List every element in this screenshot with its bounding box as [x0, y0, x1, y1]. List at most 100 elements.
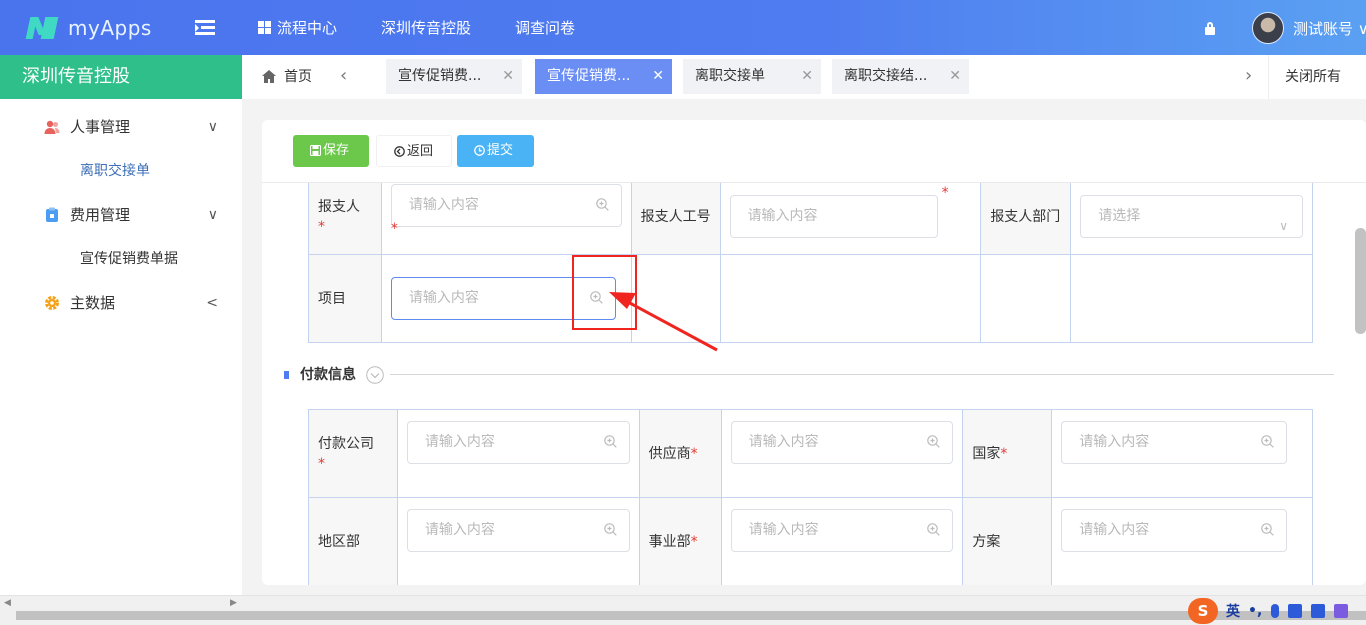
tab-label: 离职交接单 — [695, 68, 765, 84]
tab-label: 离职交接结... — [844, 68, 928, 84]
account-menu[interactable]: 测试账号 ∨ — [1293, 18, 1366, 39]
search-plus-icon[interactable] — [603, 523, 617, 536]
tab-item-active[interactable]: 宣传促销费... ✕ — [535, 59, 672, 94]
plan-label-cell: 方案 — [962, 497, 1053, 585]
close-icon[interactable]: ✕ — [949, 59, 961, 94]
empty-cell — [1070, 254, 1313, 343]
applicant-id-label: 报支人工号 — [640, 208, 711, 225]
search-plus-icon[interactable] — [927, 523, 941, 536]
avatar[interactable] — [1252, 12, 1284, 44]
chevron-down-icon: ∨ — [1279, 219, 1288, 233]
required-mark: * — [941, 185, 949, 201]
tab-item[interactable]: 离职交接结... ✕ — [832, 59, 969, 94]
supplier-field-cell: 请输入内容 — [720, 409, 964, 498]
applicant-dept-label: 报支人部门 — [990, 208, 1061, 225]
sidebar-item-promotion-expense[interactable]: 宣传促销费单据 — [0, 237, 242, 281]
menu-toggle-icon[interactable] — [195, 20, 215, 36]
form-card: 保存 返回 提交 报支人 * 请输入内容 * 报支人工号 请输入内容 * 报支人… — [262, 120, 1366, 585]
section-marker — [284, 371, 289, 379]
microphone-icon[interactable] — [1271, 604, 1280, 618]
sidebar-item-resignation-handover[interactable]: 离职交接单 — [0, 149, 242, 193]
applicant-form-table: 报支人 * 请输入内容 * 报支人工号 请输入内容 * 报支人部门 请选择 ∨ … — [308, 178, 1313, 343]
ime-language[interactable]: 英 — [1226, 601, 1240, 621]
clock-icon — [474, 145, 485, 156]
back-button[interactable]: 返回 — [376, 135, 452, 167]
tab-item[interactable]: 离职交接单 ✕ — [683, 59, 821, 94]
close-all-tabs-button[interactable]: 关闭所有 — [1268, 55, 1366, 99]
chevron-down-icon: ∨ — [207, 207, 218, 223]
shirt-icon[interactable] — [1311, 604, 1326, 618]
company-label: 付款公司 — [318, 435, 374, 452]
empty-cell — [980, 254, 1072, 343]
plan-input[interactable]: 请输入内容 — [1061, 509, 1287, 552]
ime-toolbar: S 英 •, — [1188, 597, 1366, 625]
country-input[interactable]: 请输入内容 — [1061, 421, 1287, 464]
payment-section-header: 付款信息 — [284, 365, 1334, 385]
home-icon — [262, 70, 276, 83]
region-field-cell: 请输入内容 — [396, 497, 640, 585]
supplier-input[interactable]: 请输入内容 — [730, 421, 954, 464]
nav-survey[interactable]: 调查问卷 — [515, 17, 575, 38]
nav-workflow-center[interactable]: 流程中心 — [258, 17, 337, 38]
plan-field-cell: 请输入内容 — [1051, 497, 1313, 585]
close-icon[interactable]: ✕ — [502, 59, 514, 94]
applicant-dept-select[interactable]: 请选择 ∨ — [1080, 195, 1303, 238]
applicant-dept-field-cell: 请选择 ∨ — [1070, 178, 1313, 255]
supplier-label-cell: 供应商* — [638, 409, 722, 498]
business-input[interactable]: 请输入内容 — [730, 509, 954, 552]
app-logo[interactable]: myApps — [25, 15, 152, 41]
payment-form-table: 付款公司 * 请输入内容 供应商* 请输入内容 国家* 请输入内容 地区部 请输… — [308, 409, 1313, 585]
tab-scroll-left-icon[interactable]: ‹ — [340, 55, 347, 99]
country-label-cell: 国家* — [962, 409, 1053, 498]
business-label: 事业部 — [648, 533, 691, 550]
tab-label: 宣传促销费... — [398, 68, 482, 84]
keyboard-icon[interactable] — [1288, 604, 1303, 618]
search-plus-icon[interactable] — [1261, 435, 1274, 448]
horizontal-scrollbar[interactable]: ◀ ▶ — [0, 595, 1366, 625]
company-input[interactable]: 请输入内容 — [406, 421, 630, 464]
search-plus-icon[interactable] — [1261, 523, 1274, 536]
scroll-left-icon[interactable]: ◀ — [4, 598, 11, 608]
nav-company[interactable]: 深圳传音控股 — [381, 17, 471, 38]
applicant-id-label-cell: 报支人工号 — [630, 178, 721, 255]
empty-cell — [719, 254, 982, 343]
ime-logo[interactable]: S — [1188, 598, 1218, 624]
close-icon[interactable]: ✕ — [801, 59, 813, 94]
chevron-left-icon: < — [206, 295, 218, 311]
supplier-label: 供应商 — [648, 445, 691, 462]
save-button[interactable]: 保存 — [293, 135, 369, 167]
search-plus-icon[interactable] — [927, 435, 941, 448]
ime-punctuation[interactable]: •, — [1248, 603, 1262, 619]
tab-home[interactable]: 首页 — [262, 55, 312, 99]
close-icon[interactable]: ✕ — [652, 59, 664, 94]
close-all-label: 关闭所有 — [1285, 69, 1341, 85]
applicant-dept-label-cell: 报支人部门 — [980, 178, 1072, 255]
region-input[interactable]: 请输入内容 — [406, 509, 630, 552]
applicant-id-input[interactable]: 请输入内容 — [729, 195, 939, 238]
form-toolbar: 保存 返回 提交 — [262, 120, 1366, 183]
required-mark: * — [690, 533, 698, 550]
section-title: 付款信息 — [300, 367, 356, 383]
sidebar-group-expense[interactable]: 费用管理 ∨ — [0, 193, 242, 237]
applicant-label-cell: 报支人 * — [308, 178, 382, 255]
submit-button[interactable]: 提交 — [457, 135, 534, 167]
search-plus-icon[interactable] — [603, 435, 617, 448]
tab-scroll-right-icon[interactable]: › — [1245, 55, 1252, 99]
tabs-bar: 首页 ‹ 宣传促销费... ✕ 宣传促销费... ✕ 离职交接单 ✕ 离职交接结… — [242, 55, 1366, 99]
applicant-input[interactable]: 请输入内容 — [390, 184, 622, 227]
tab-item[interactable]: 宣传促销费... ✕ — [386, 59, 522, 94]
back-circle-icon — [394, 146, 405, 157]
search-plus-icon — [595, 198, 609, 211]
company-label-cell: 付款公司 * — [308, 409, 398, 498]
collapse-chevron-icon[interactable] — [366, 366, 384, 384]
gear-icon — [45, 296, 59, 310]
sidebar-group-label: 人事管理 — [70, 118, 131, 136]
sidebar-group-master-data[interactable]: 主数据 < — [0, 281, 242, 325]
lock-icon[interactable] — [1204, 22, 1216, 35]
scrollbar-thumb[interactable] — [16, 611, 1366, 620]
sidebar-group-hr[interactable]: 人事管理 ∨ — [0, 105, 242, 149]
vertical-scrollbar[interactable] — [1355, 228, 1366, 334]
scroll-right-icon[interactable]: ▶ — [230, 598, 237, 608]
apps-grid-icon[interactable] — [1334, 604, 1349, 618]
placeholder: 请输入内容 — [1079, 434, 1150, 450]
